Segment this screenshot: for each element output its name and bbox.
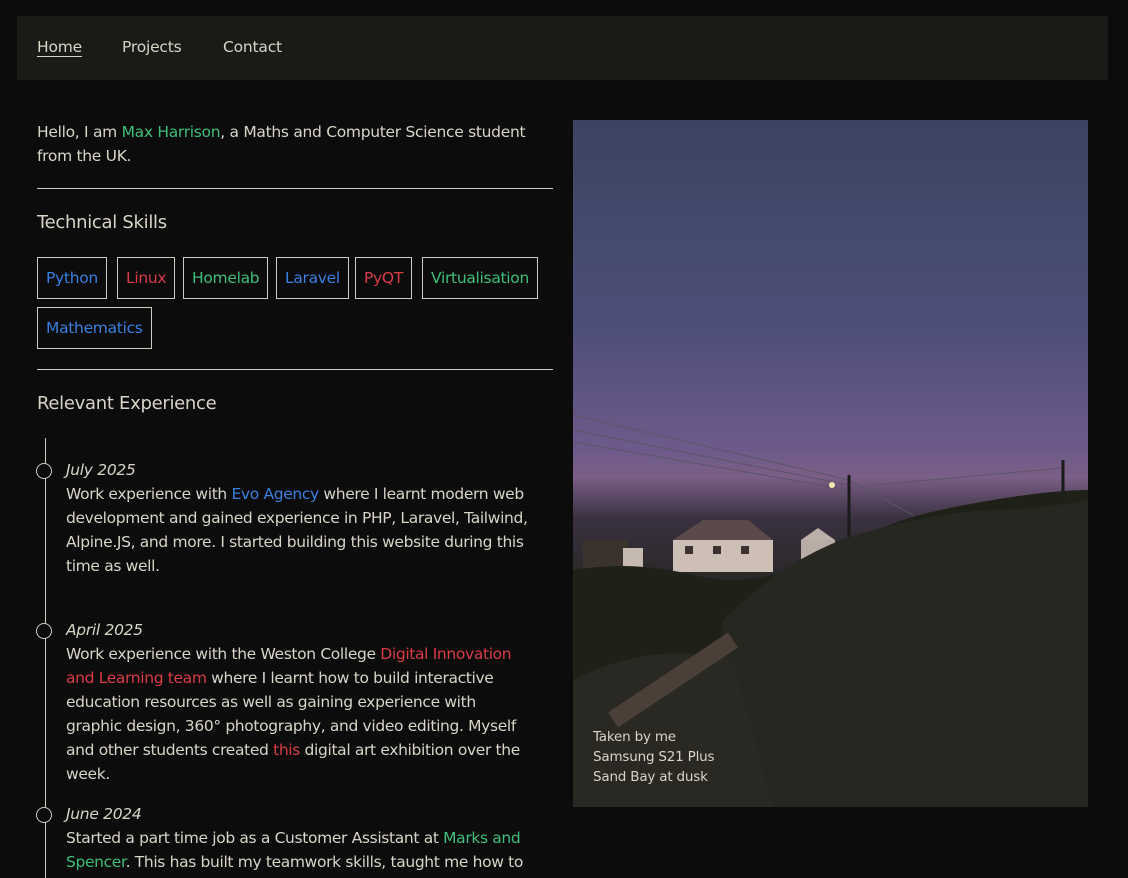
skills-heading: Technical Skills	[37, 212, 167, 233]
top-nav: Home Projects Contact	[17, 16, 1108, 80]
text-segment: Started a part time job as a Customer As…	[66, 829, 444, 847]
experience-heading: Relevant Experience	[37, 393, 217, 414]
text-segment: Work experience with the Weston College	[66, 645, 381, 663]
divider	[37, 188, 553, 189]
photo-scene	[573, 414, 1088, 807]
caption-line: Samsung S21 Plus	[593, 749, 715, 765]
evo-agency-link[interactable]: Evo Agency	[231, 485, 319, 503]
text-segment: . This has built my teamwork skills, tau…	[125, 853, 524, 871]
timeline-description: Started a part time job as a Customer As…	[66, 826, 536, 874]
timeline-description: Work experience with the Weston College …	[66, 642, 536, 786]
timeline-dot-icon	[36, 807, 52, 823]
intro-before: Hello, I am	[37, 123, 122, 141]
skill-tag-python[interactable]: Python	[37, 257, 107, 299]
intro-text: Hello, I am Max Harrison, a Maths and Co…	[37, 120, 553, 168]
skill-tag-mathematics[interactable]: Mathematics	[37, 307, 152, 349]
timeline-date: April 2025	[66, 621, 143, 639]
caption-line: Sand Bay at dusk	[593, 769, 708, 785]
timeline-date: July 2025	[66, 461, 136, 479]
dusk-photo: Taken by me Samsung S21 Plus Sand Bay at…	[573, 120, 1088, 807]
skill-tag-laravel[interactable]: Laravel	[276, 257, 349, 299]
skill-tag-linux[interactable]: Linux	[117, 257, 176, 299]
main-content: Hello, I am Max Harrison, a Maths and Co…	[36, 120, 553, 878]
photo-caption: Taken by me Samsung S21 Plus Sand Bay at…	[593, 727, 715, 787]
timeline-description: Work experience with Evo Agency where I …	[66, 482, 536, 578]
text-segment: Work experience with	[66, 485, 232, 503]
skill-tag-homelab[interactable]: Homelab	[183, 257, 269, 299]
intro-name: Max Harrison	[121, 123, 221, 141]
exhibition-link[interactable]: this	[273, 741, 300, 759]
skill-tag-virtualisation[interactable]: Virtualisation	[422, 257, 539, 299]
divider	[37, 369, 553, 370]
caption-line: Taken by me	[593, 729, 676, 745]
nav-contact-link[interactable]: Contact	[223, 38, 282, 56]
timeline-dot-icon	[36, 463, 52, 479]
nav-projects-link[interactable]: Projects	[122, 38, 182, 56]
timeline-dot-icon	[36, 623, 52, 639]
skill-tag-pyqt[interactable]: PyQT	[355, 257, 412, 299]
timeline-date: June 2024	[66, 805, 142, 823]
nav-home-link[interactable]: Home	[37, 38, 82, 56]
